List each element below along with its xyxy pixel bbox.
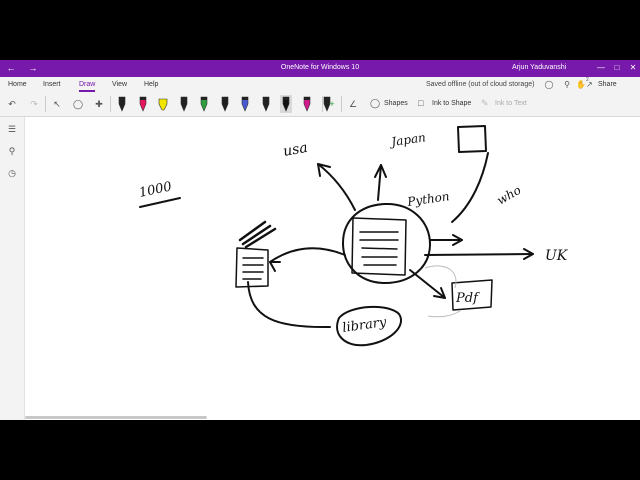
page-canvas[interactable]: 1000 usa Japan Python who UK Pdf library [25, 117, 640, 420]
arrow-to-uk [424, 253, 534, 256]
doc-left-scribble [238, 220, 277, 249]
ink-drawing: 1000 usa Japan Python who UK Pdf library [138, 125, 569, 347]
arrow-to-pdf [409, 269, 446, 299]
arrow-to-doc-left [269, 247, 346, 263]
line-box-to-circle [451, 152, 489, 223]
box-top-right [457, 125, 487, 153]
arrow-to-library [247, 281, 331, 329]
onenote-window: ← → OneNote for Windows 10 Arjun Yaduvan… [0, 60, 640, 420]
horizontal-scrollbar[interactable] [25, 416, 207, 419]
central-circle [342, 202, 431, 284]
ink-word-1000: 1000 [138, 179, 173, 201]
doc-inside-circle [351, 217, 407, 276]
doc-left [235, 247, 269, 288]
ink-word-usa: usa [282, 140, 309, 160]
ink-word-uk: UK [545, 248, 569, 264]
arrow-to-usa [317, 163, 356, 211]
ink-word-who: who [495, 183, 524, 208]
ink-word-library: library [341, 315, 387, 336]
ink-word-python: Python [405, 189, 450, 209]
ink-word-pdf: Pdf [455, 291, 480, 306]
ink-word-japan: Japan [387, 130, 426, 149]
